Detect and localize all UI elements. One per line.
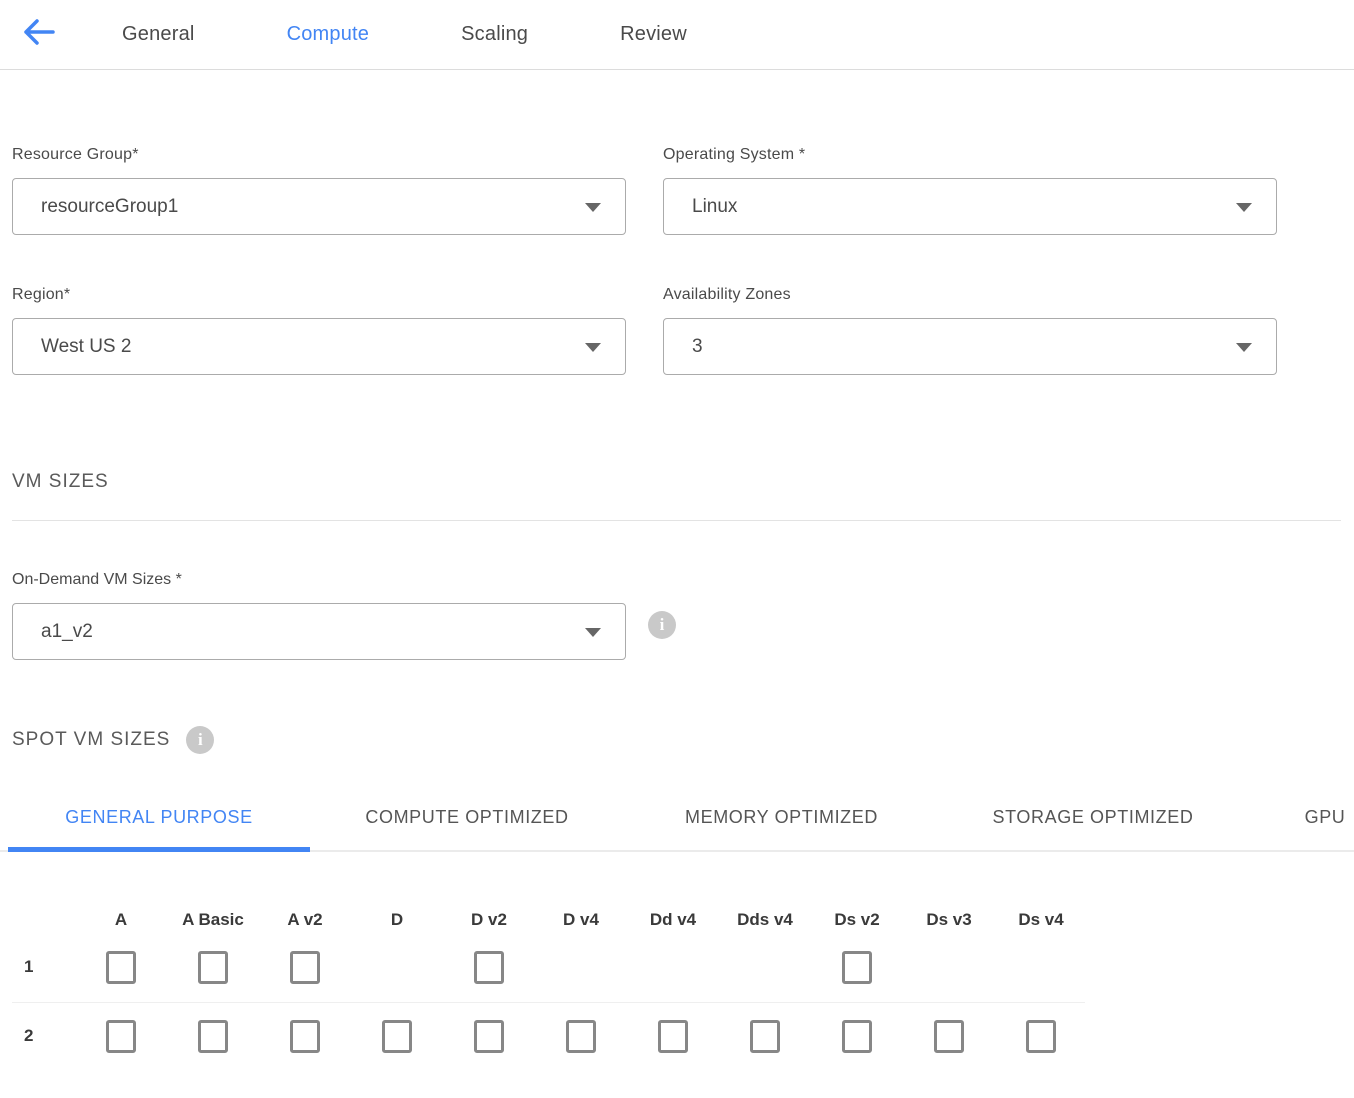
- vm-size-checkbox[interactable]: [842, 951, 872, 984]
- vm-size-checkbox[interactable]: [290, 1020, 320, 1053]
- vm-size-checkbox[interactable]: [658, 1020, 688, 1053]
- vm-size-cell: [627, 1020, 719, 1053]
- vm-size-cell: [719, 1020, 811, 1053]
- operating-system-value: Linux: [692, 196, 737, 218]
- availability-zones-field: Availability Zones 3: [663, 286, 1277, 375]
- vm-size-checkbox[interactable]: [1026, 1020, 1056, 1053]
- vm-size-checkbox[interactable]: [198, 951, 228, 984]
- region-label: Region*: [12, 286, 626, 304]
- tab-memory-optimized[interactable]: MEMORY OPTIMIZED: [672, 807, 891, 850]
- vm-size-cell: [259, 951, 351, 984]
- vm-family-column-header: Ds v2: [811, 910, 903, 930]
- vm-size-row: 2: [12, 1007, 1341, 1065]
- operating-system-field: Operating System * Linux: [663, 146, 1277, 235]
- vm-size-checkbox[interactable]: [290, 951, 320, 984]
- vm-family-column-header: A v2: [259, 910, 351, 930]
- vm-size-cell: [443, 951, 535, 984]
- row-divider: [12, 1002, 1085, 1003]
- vm-size-table: AA BasicA v2DD v2D v4Dd v4Dds v4Ds v2Ds …: [12, 910, 1341, 1065]
- vm-size-checkbox[interactable]: [842, 1020, 872, 1053]
- chevron-down-icon: [585, 343, 601, 352]
- info-icon[interactable]: i: [186, 726, 214, 754]
- vm-size-checkbox[interactable]: [198, 1020, 228, 1053]
- vm-size-checkbox[interactable]: [934, 1020, 964, 1053]
- wizard-header: General Compute Scaling Review: [0, 0, 1354, 70]
- chevron-down-icon: [585, 203, 601, 212]
- vm-size-cell: [75, 1020, 167, 1053]
- tab-general-purpose[interactable]: GENERAL PURPOSE: [8, 807, 310, 850]
- resource-group-label: Resource Group*: [12, 146, 626, 164]
- resource-group-field: Resource Group* resourceGroup1: [12, 146, 626, 235]
- vm-size-cell: [811, 1020, 903, 1053]
- vm-size-row: 1: [12, 938, 1341, 996]
- on-demand-vm-sizes-select[interactable]: a1_v2: [12, 603, 626, 660]
- availability-zones-value: 3: [692, 336, 703, 358]
- vm-size-cell: [75, 951, 167, 984]
- operating-system-label: Operating System *: [663, 146, 1277, 164]
- operating-system-select[interactable]: Linux: [663, 178, 1277, 235]
- vm-family-column-header: A: [75, 910, 167, 930]
- step-scaling[interactable]: Scaling: [461, 23, 528, 46]
- region-field: Region* West US 2: [12, 286, 626, 375]
- step-compute[interactable]: Compute: [287, 23, 370, 46]
- chevron-down-icon: [1236, 203, 1252, 212]
- resource-group-value: resourceGroup1: [41, 196, 178, 218]
- region-value: West US 2: [41, 336, 131, 358]
- vm-size-checkbox[interactable]: [382, 1020, 412, 1053]
- on-demand-row: a1_v2 i: [12, 589, 1341, 660]
- step-general[interactable]: General: [122, 23, 195, 46]
- vm-size-cell: [167, 951, 259, 984]
- info-icon[interactable]: i: [648, 611, 676, 639]
- compute-form: Resource Group* resourceGroup1 Operating…: [12, 146, 1341, 375]
- vm-family-column-header: Ds v3: [903, 910, 995, 930]
- spot-vm-sizes-header: SPOT VM SIZES i: [12, 726, 1341, 754]
- vm-size-cell: [535, 1020, 627, 1053]
- tab-compute-optimized[interactable]: COMPUTE OPTIMIZED: [350, 807, 584, 850]
- active-tab-indicator: [8, 847, 310, 852]
- vm-size-cell: [903, 1020, 995, 1053]
- vm-size-checkbox[interactable]: [474, 1020, 504, 1053]
- on-demand-vm-sizes-value: a1_v2: [41, 621, 93, 643]
- chevron-down-icon: [1236, 343, 1252, 352]
- vm-size-cell: [259, 1020, 351, 1053]
- vm-family-column-header: Ds v4: [995, 910, 1087, 930]
- availability-zones-label: Availability Zones: [663, 286, 1277, 304]
- chevron-down-icon: [585, 628, 601, 637]
- vm-size-cell: [811, 951, 903, 984]
- spot-vm-sizes-section-title: SPOT VM SIZES: [12, 729, 170, 751]
- resource-group-select[interactable]: resourceGroup1: [12, 178, 626, 235]
- arrow-left-icon: [22, 17, 56, 52]
- tab-storage-optimized[interactable]: STORAGE OPTIMIZED: [978, 807, 1208, 850]
- wizard-steps: General Compute Scaling Review: [122, 23, 779, 46]
- vm-size-checkbox[interactable]: [106, 951, 136, 984]
- availability-zones-select[interactable]: 3: [663, 318, 1277, 375]
- vm-size-checkbox[interactable]: [566, 1020, 596, 1053]
- vm-family-column-header: D v4: [535, 910, 627, 930]
- vm-family-column-header: Dd v4: [627, 910, 719, 930]
- vm-size-checkbox[interactable]: [106, 1020, 136, 1053]
- vm-family-column-header: A Basic: [167, 910, 259, 930]
- row-number: 2: [12, 1026, 75, 1046]
- vm-size-cell: [167, 1020, 259, 1053]
- section-divider: [12, 520, 1341, 521]
- step-review[interactable]: Review: [620, 23, 687, 46]
- vm-size-checkbox[interactable]: [474, 951, 504, 984]
- tab-gpu[interactable]: GPU: [1301, 807, 1349, 850]
- vm-sizes-section-title: VM SIZES: [12, 471, 1341, 493]
- vm-family-column-header: D v2: [443, 910, 535, 930]
- vm-family-column-header: Dds v4: [719, 910, 811, 930]
- vm-size-cell: [351, 1020, 443, 1053]
- on-demand-vm-sizes-label: On-Demand VM Sizes *: [12, 571, 1341, 589]
- vm-table-header-row: AA BasicA v2DD v2D v4Dd v4Dds v4Ds v2Ds …: [12, 910, 1341, 930]
- back-button[interactable]: [16, 15, 62, 55]
- vm-size-checkbox[interactable]: [750, 1020, 780, 1053]
- vm-family-column-header: D: [351, 910, 443, 930]
- spot-vm-category-tabs: GENERAL PURPOSE COMPUTE OPTIMIZED MEMORY…: [0, 802, 1354, 852]
- row-number: 1: [12, 957, 75, 977]
- vm-size-cell: [995, 1020, 1087, 1053]
- vm-size-cell: [443, 1020, 535, 1053]
- region-select[interactable]: West US 2: [12, 318, 626, 375]
